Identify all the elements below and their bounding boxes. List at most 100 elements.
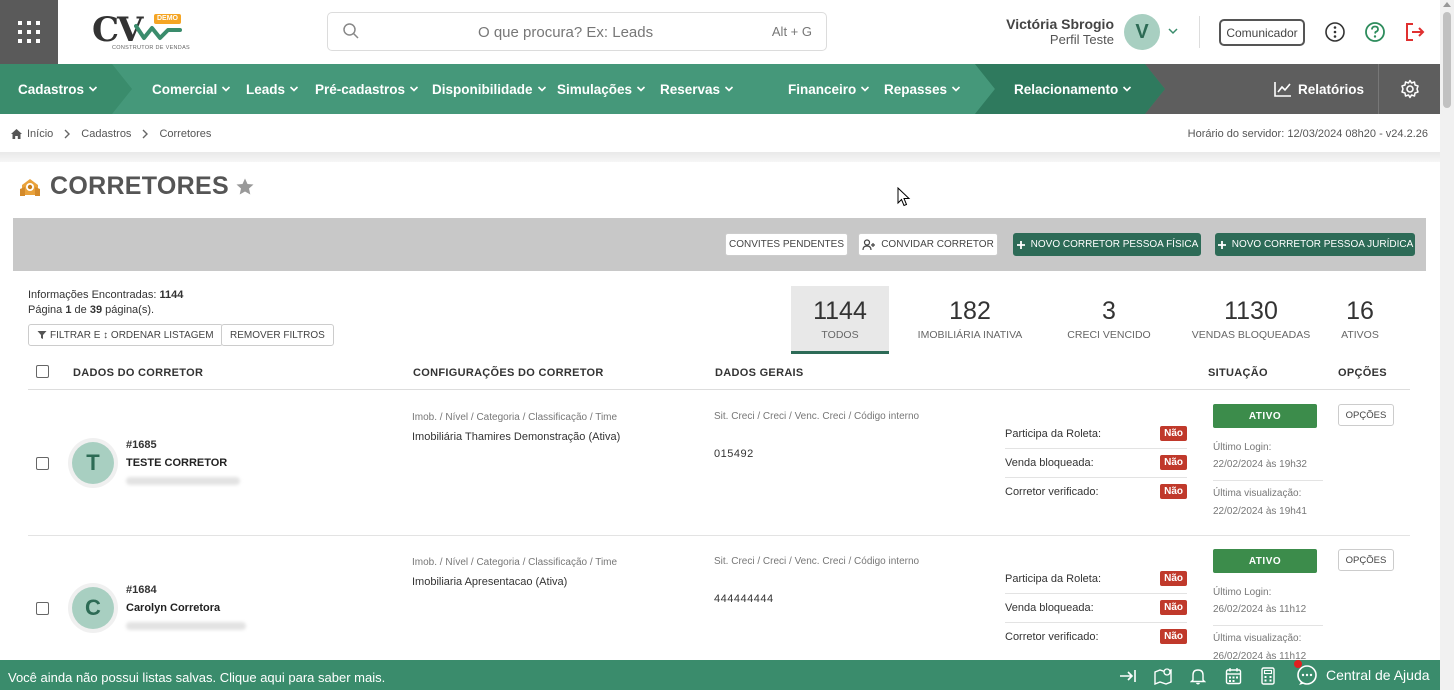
help-button[interactable] — [1364, 21, 1386, 43]
chart-line-icon — [1274, 82, 1291, 97]
invite-broker-button[interactable]: CONVIDAR CORRETOR — [858, 233, 998, 256]
nav-label: Disponibilidade — [432, 81, 533, 97]
pagination-info: Página 1 de 39 página(s). — [28, 303, 183, 318]
pending-invites-button[interactable]: CONVITES PENDENTES — [725, 233, 848, 256]
stat-tab-imobiliaria-inativa[interactable]: 182 IMOBILIÁRIA INATIVA — [905, 286, 1035, 354]
stat-tab-ativos[interactable]: 16 ATIVOS — [1335, 286, 1385, 354]
nav-simulacoes[interactable]: Simulações — [557, 64, 646, 114]
nav-relacionamento[interactable]: Relacionamento — [1014, 64, 1132, 114]
collapse-button[interactable] — [1119, 667, 1137, 685]
apps-grid-button[interactable] — [0, 0, 58, 64]
page-suffix: página(s). — [105, 304, 155, 316]
results-info: Informações Encontradas: 1144 Página 1 d… — [28, 288, 183, 318]
stat-label: TODOS — [821, 329, 859, 341]
stat-tab-todos[interactable]: 1144 TODOS — [791, 286, 889, 354]
breadcrumb-cadastros[interactable]: Cadastros — [81, 128, 131, 140]
stat-label: ATIVOS — [1341, 329, 1379, 341]
communicator-button[interactable]: Comunicador — [1219, 19, 1305, 46]
config-value: Imobiliaria Apresentacao (Ativa) — [412, 576, 568, 588]
chevron-down-icon[interactable] — [1167, 26, 1179, 36]
general-label: Sit. Creci / Creci / Venc. Creci / Códig… — [714, 556, 920, 567]
breadcrumb-corretores: Corretores — [159, 128, 212, 140]
divider — [1199, 16, 1200, 48]
breadcrumb-inicio[interactable]: Início — [27, 128, 53, 140]
question-circle-icon — [1365, 22, 1385, 42]
bottom-bar: Você ainda não possui listas salvas. Cli… — [0, 660, 1440, 690]
notifications-button[interactable] — [1189, 667, 1207, 685]
broker-name[interactable]: Carolyn Corretora — [126, 602, 220, 614]
broker-name[interactable]: TESTE CORRETOR — [126, 457, 227, 469]
chevron-down-icon — [409, 86, 419, 92]
map-button[interactable] — [1154, 667, 1172, 685]
mouse-cursor-icon — [897, 187, 911, 207]
flag-label: Participa da Roleta: — [1005, 573, 1101, 585]
nav-leads[interactable]: Leads — [246, 64, 299, 114]
logo[interactable]: CV DEMO CONSTRUTOR DE VENDAS — [92, 12, 190, 54]
divider — [0, 152, 1440, 162]
general-label: Sit. Creci / Creci / Venc. Creci / Códig… — [714, 411, 920, 422]
settings-button[interactable] — [1378, 64, 1440, 114]
flag-label: Corretor verificado: — [1005, 631, 1099, 643]
user-info[interactable]: Victória Sbrogio Perfil Teste — [1000, 16, 1114, 48]
nav-repasses[interactable]: Repasses — [884, 64, 961, 114]
help-center-button[interactable]: Central de Ajuda — [1294, 660, 1430, 690]
scroll-up-arrow-icon[interactable] — [1443, 2, 1451, 7]
results-count: 1144 — [159, 289, 184, 301]
avatar: C — [68, 583, 118, 633]
help-center-label: Central de Ajuda — [1326, 667, 1430, 683]
scrollbar[interactable] — [1440, 0, 1454, 690]
notification-dot — [1294, 660, 1302, 668]
calendar-icon — [1225, 668, 1241, 685]
nav-relatorios[interactable]: Relatórios — [1274, 64, 1364, 114]
options-button[interactable]: OPÇÕES — [1338, 404, 1394, 426]
row-checkbox[interactable] — [36, 457, 49, 470]
filter-sort-button[interactable]: FILTRAR E ↕ ORDENAR LISTAGEM — [28, 324, 223, 346]
flag-badge: Não — [1160, 455, 1187, 470]
gear-icon — [1400, 79, 1419, 99]
broker-badge-icon — [20, 178, 40, 196]
row-checkbox[interactable] — [36, 602, 49, 615]
logout-button[interactable] — [1404, 21, 1426, 43]
button-label: CONVIDAR CORRETOR — [881, 239, 994, 250]
status-badge[interactable]: ATIVO — [1213, 404, 1317, 428]
more-options-button[interactable] — [1324, 21, 1346, 43]
nav-label: Simulações — [557, 81, 633, 97]
nav-cadastros[interactable]: Cadastros — [18, 64, 98, 114]
saved-lists-message[interactable]: Você ainda não possui listas salvas. Cli… — [8, 670, 385, 685]
nav-financeiro[interactable]: Financeiro — [788, 64, 870, 114]
col-general: DADOS GERAIS — [715, 367, 804, 379]
scrollbar-thumb[interactable] — [1443, 12, 1451, 108]
nav-pre-cadastros[interactable]: Pré-cadastros — [315, 64, 419, 114]
stat-value: 1144 — [813, 297, 867, 325]
calendar-button[interactable] — [1224, 667, 1242, 685]
chevron-down-icon — [88, 86, 98, 92]
status-badge[interactable]: ATIVO — [1213, 549, 1317, 573]
user-avatar[interactable]: V — [1124, 14, 1160, 50]
button-label: NOVO CORRETOR PESSOA JURÍDICA — [1231, 239, 1414, 250]
stat-label: VENDAS BLOQUEADAS — [1191, 329, 1311, 341]
divider — [1213, 480, 1323, 481]
nav-disponibilidade[interactable]: Disponibilidade — [432, 64, 547, 114]
bell-icon — [1190, 669, 1206, 685]
options-button[interactable]: OPÇÕES — [1338, 549, 1394, 571]
nav-reservas[interactable]: Reservas — [660, 64, 734, 114]
select-all-checkbox[interactable] — [36, 365, 49, 378]
home-icon[interactable] — [10, 128, 23, 140]
stat-tab-creci-vencido[interactable]: 3 CRECI VENCIDO — [1050, 286, 1168, 354]
redacted-text — [126, 477, 240, 485]
star-icon[interactable] — [235, 177, 255, 197]
nav-comercial[interactable]: Comercial — [152, 64, 231, 114]
new-broker-pf-button[interactable]: NOVO CORRETOR PESSOA FÍSICA — [1013, 233, 1201, 256]
calculator-button[interactable] — [1259, 667, 1277, 685]
chevron-down-icon — [724, 86, 734, 92]
global-search[interactable]: Alt + G — [327, 12, 827, 51]
nav-label: Pré-cadastros — [315, 81, 406, 97]
filter-icon — [37, 331, 47, 339]
search-input[interactable] — [478, 22, 728, 42]
chevron-down-icon — [1123, 86, 1132, 92]
chevron-down-icon — [951, 86, 961, 92]
search-icon — [343, 23, 359, 39]
remove-filters-button[interactable]: REMOVER FILTROS — [221, 324, 334, 346]
stat-tab-vendas-bloqueadas[interactable]: 1130 VENDAS BLOQUEADAS — [1185, 286, 1317, 354]
new-broker-pj-button[interactable]: NOVO CORRETOR PESSOA JURÍDICA — [1215, 233, 1415, 256]
